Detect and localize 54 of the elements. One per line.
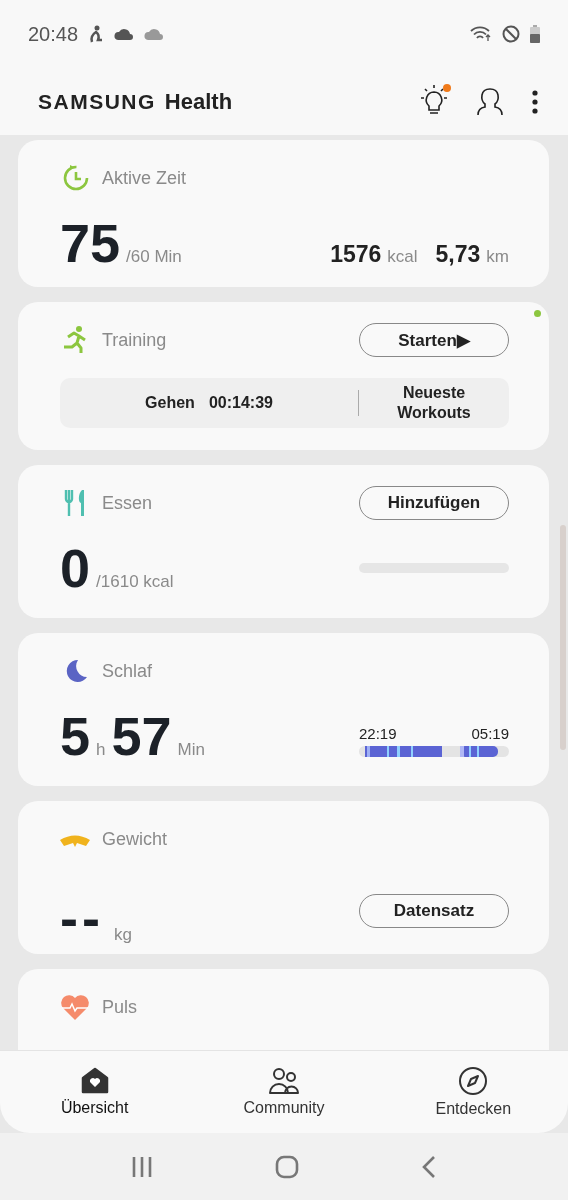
back-icon[interactable] bbox=[421, 1154, 437, 1179]
active-minutes: 75 bbox=[60, 216, 121, 270]
card-title: Gewicht bbox=[102, 828, 168, 850]
card-title: Puls bbox=[102, 996, 137, 1018]
heart-pulse-icon bbox=[60, 992, 90, 1022]
food-card[interactable]: Essen Hinzufügen 0/1610 kcal bbox=[18, 465, 549, 618]
card-title: Training bbox=[102, 329, 167, 351]
compass-icon bbox=[458, 1066, 489, 1096]
workout-duration: 00:14:39 bbox=[208, 394, 273, 412]
sleep-hours: 5 bbox=[60, 709, 91, 763]
home-icon[interactable] bbox=[275, 1154, 299, 1179]
stat-value: 5,73 bbox=[435, 241, 481, 268]
weight-value: -- bbox=[60, 891, 104, 945]
stat-unit: km bbox=[486, 247, 509, 267]
scroll-bar[interactable] bbox=[560, 525, 566, 750]
nav-tab[interactable]: Entdecken bbox=[378, 1051, 568, 1133]
sleep-start-time: 22:19 bbox=[359, 725, 397, 742]
sleep-card[interactable]: Schlaf 5 h 57 Min 22:19 05:19 bbox=[18, 633, 549, 786]
stat-unit: kcal bbox=[387, 247, 418, 267]
card-title: Schlaf bbox=[102, 660, 153, 682]
weight-card[interactable]: Gewicht -- kg Datensatz bbox=[18, 801, 549, 954]
sleep-minutes: 57 bbox=[111, 709, 172, 763]
figure-icon bbox=[88, 25, 105, 43]
last-workout-panel[interactable]: Gehen 00:14:39 Neueste Workouts bbox=[60, 378, 509, 428]
people-icon bbox=[268, 1067, 300, 1095]
blocked-icon bbox=[502, 25, 520, 43]
wifi-icon bbox=[470, 26, 492, 42]
brand-logo: SAMSUNG bbox=[38, 89, 156, 114]
goal-text: /60 Min bbox=[126, 247, 182, 267]
battery-icon bbox=[530, 25, 540, 43]
cloud-icon bbox=[114, 28, 135, 40]
active-card[interactable]: Aktive Zeit 75/60 Min 1576 kcal 5,73 km bbox=[18, 140, 549, 287]
stat-value: 1576 bbox=[330, 241, 382, 268]
activity-name: Gehen bbox=[145, 394, 195, 412]
recent-apps-icon[interactable] bbox=[131, 1155, 153, 1178]
sleep-end-time: 05:19 bbox=[471, 725, 509, 742]
app-title: Health bbox=[164, 88, 233, 115]
card-title: Aktive Zeit bbox=[102, 167, 187, 189]
home-heart-icon bbox=[79, 1067, 110, 1095]
goal-text: /1610 kcal bbox=[96, 572, 174, 592]
weight-unit: kg bbox=[113, 925, 132, 945]
calories-eaten: 0 bbox=[60, 541, 91, 595]
nav-tab[interactable]: Community bbox=[189, 1051, 379, 1133]
cloud-icon bbox=[144, 28, 165, 40]
lightbulb-icon[interactable] bbox=[420, 83, 448, 116]
more-options-icon[interactable] bbox=[532, 89, 538, 114]
training-card[interactable]: Training Starten▶ Gehen 00:14:39 Neueste Workouts bbox=[18, 302, 549, 450]
hours-unit: h bbox=[96, 740, 106, 760]
minutes-unit: Min bbox=[177, 740, 205, 760]
nav-tab[interactable]: Übersicht bbox=[0, 1051, 190, 1133]
profile-icon[interactable] bbox=[476, 87, 504, 116]
recent-workouts-link[interactable]: Neueste Workouts bbox=[379, 383, 489, 423]
status-time: 20:48 bbox=[28, 22, 79, 46]
card-title: Essen bbox=[102, 492, 153, 514]
